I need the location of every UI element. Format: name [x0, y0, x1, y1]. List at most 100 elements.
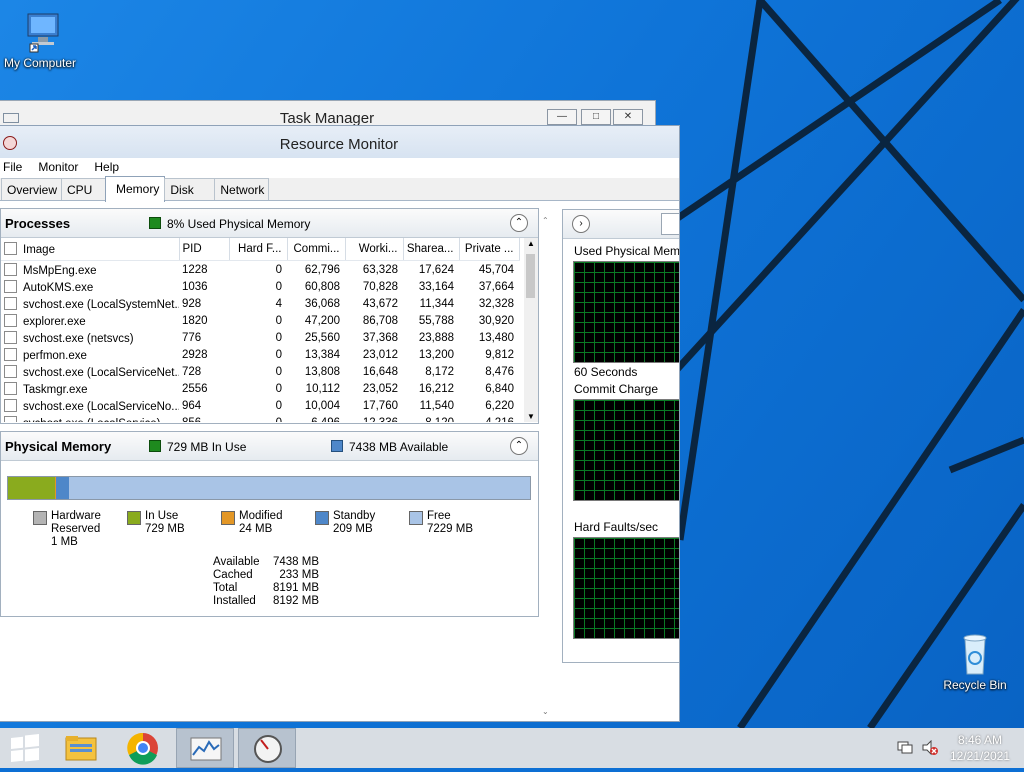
process-cell: 6,496	[287, 414, 345, 422]
process-checkbox[interactable]	[4, 365, 17, 378]
process-checkbox[interactable]	[4, 416, 17, 423]
taskbar-performance-monitor[interactable]	[176, 728, 234, 768]
process-cell: 728	[179, 363, 229, 380]
process-cell: 16,648	[345, 363, 403, 380]
process-image-name: svchost.exe (LocalSystemNet...	[23, 299, 179, 311]
legend-value: 729 MB	[145, 523, 185, 536]
processes-header[interactable]: Processes 8% Used Physical Memory ⌃	[1, 209, 538, 238]
col-shareable[interactable]: Sharea...	[403, 238, 459, 261]
views-dropdown[interactable]	[661, 213, 680, 235]
process-image-name: Taskmgr.exe	[23, 384, 88, 396]
menu-file[interactable]: File	[3, 158, 28, 178]
col-pid[interactable]: PID	[179, 238, 229, 261]
process-checkbox[interactable]	[4, 399, 17, 412]
collapse-physical-memory-button[interactable]: ⌃	[510, 437, 528, 455]
in-use-status-text: 729 MB In Use	[167, 440, 246, 454]
taskbar-resource-monitor[interactable]	[238, 728, 296, 768]
process-row[interactable]: explorer.exe1820047,20086,70855,78830,92…	[1, 312, 519, 329]
available-status: 7438 MB Available	[331, 440, 448, 454]
process-image-name: AutoKMS.exe	[23, 282, 93, 294]
memory-summary-row: Cached233 MB	[213, 569, 319, 582]
windows-logo-icon	[0, 728, 58, 768]
processes-scrollbar[interactable]: ▲ ▼	[524, 238, 538, 422]
process-cell: 23,888	[403, 329, 459, 346]
process-cell: 63,328	[345, 261, 403, 279]
processes-header-row: Image PID Hard F... Commi... Worki... Sh…	[1, 238, 519, 261]
process-cell: 0	[229, 329, 287, 346]
col-commit[interactable]: Commi...	[287, 238, 345, 261]
process-checkbox[interactable]	[4, 331, 17, 344]
col-private[interactable]: Private ...	[459, 238, 519, 261]
resource-monitor-window[interactable]: Resource Monitor File Monitor Help Overv…	[0, 125, 680, 722]
process-row[interactable]: MsMpEng.exe1228062,79663,32817,62445,704	[1, 261, 519, 279]
legend-label: In Use	[145, 510, 185, 523]
process-checkbox[interactable]	[4, 297, 17, 310]
process-row[interactable]: AutoKMS.exe1036060,80870,82833,16437,664	[1, 278, 519, 295]
process-checkbox[interactable]	[4, 382, 17, 395]
col-hard-faults[interactable]: Hard F...	[229, 238, 287, 261]
minimize-button[interactable]: —	[547, 109, 577, 125]
col-image[interactable]: Image	[1, 238, 179, 261]
legend-label: Standby	[333, 510, 375, 523]
process-checkbox[interactable]	[4, 280, 17, 293]
clock[interactable]: 8:46 AM 12/21/2021	[944, 732, 1016, 764]
process-cell: 55,788	[403, 312, 459, 329]
process-checkbox[interactable]	[4, 314, 17, 327]
process-row[interactable]: perfmon.exe2928013,38423,01213,2009,812	[1, 346, 519, 363]
processes-panel: Processes 8% Used Physical Memory ⌃ Imag…	[0, 208, 539, 424]
scroll-up-icon[interactable]: ▲	[527, 239, 535, 248]
process-cell: 12,336	[345, 414, 403, 422]
desktop-icon-my-computer[interactable]: My Computer	[0, 10, 80, 70]
taskbar-chrome[interactable]	[114, 728, 172, 768]
tab-memory[interactable]: Memory	[105, 176, 165, 202]
process-row[interactable]: svchost.exe (LocalSystemNet...928436,068…	[1, 295, 519, 312]
col-working[interactable]: Worki...	[345, 238, 403, 261]
process-image-name: MsMpEng.exe	[23, 265, 97, 277]
process-cell: 0	[229, 346, 287, 363]
desktop-icon-recycle-bin[interactable]: Recycle Bin	[935, 632, 1015, 692]
scroll-down-icon[interactable]: ▼	[527, 412, 535, 421]
network-tray-icon[interactable]	[897, 740, 913, 754]
resource-monitor-titlebar[interactable]: Resource Monitor	[0, 126, 679, 158]
process-row[interactable]: svchost.exe (netsvcs)776025,56037,36823,…	[1, 329, 519, 346]
maximize-button[interactable]: □	[581, 109, 611, 125]
process-checkbox[interactable]	[4, 348, 17, 361]
tab-network[interactable]: Network	[214, 178, 269, 200]
process-cell: 6,220	[459, 397, 519, 414]
process-image: svchost.exe (LocalServiceNo...	[1, 397, 179, 414]
processes-status: 8% Used Physical Memory	[149, 217, 310, 231]
main-scrollbar[interactable]: ⌃ ⌄	[539, 208, 553, 718]
process-cell: 13,808	[287, 363, 345, 380]
tab-cpu[interactable]: CPU	[61, 178, 106, 200]
menu-monitor[interactable]: Monitor	[38, 158, 84, 178]
process-cell: 17,624	[403, 261, 459, 279]
process-row[interactable]: Taskmgr.exe2556010,11223,05216,2126,840	[1, 380, 519, 397]
process-cell: 62,796	[287, 261, 345, 279]
process-cell: 16,212	[403, 380, 459, 397]
menu-help[interactable]: Help	[94, 158, 125, 178]
close-button[interactable]: ✕	[613, 109, 643, 125]
process-cell: 856	[179, 414, 229, 422]
scroll-thumb[interactable]	[526, 254, 535, 298]
memory-legend: HardwareReserved1 MBIn Use729 MBModified…	[33, 510, 513, 554]
main-scroll-up-icon[interactable]: ⌃	[542, 216, 549, 225]
process-checkbox[interactable]	[4, 263, 17, 276]
volume-muted-icon[interactable]	[921, 740, 939, 756]
tab-disk[interactable]: Disk	[164, 178, 215, 200]
memory-bar-segment-in-use	[8, 477, 54, 499]
memory-bar-segment-standby	[56, 477, 69, 499]
process-row[interactable]: svchost.exe (LocalServiceNet...728013,80…	[1, 363, 519, 380]
process-row[interactable]: svchost.exe (LocalService)85606,49612,33…	[1, 414, 519, 422]
process-cell: 17,760	[345, 397, 403, 414]
expand-graphs-button[interactable]: ›	[572, 215, 590, 233]
select-all-checkbox[interactable]	[4, 242, 17, 255]
taskbar-file-explorer[interactable]	[52, 728, 110, 768]
process-image-name: perfmon.exe	[23, 350, 87, 362]
collapse-processes-button[interactable]: ⌃	[510, 214, 528, 232]
tab-overview[interactable]: Overview	[1, 178, 62, 200]
start-button[interactable]	[0, 728, 58, 768]
resource-monitor-icon	[239, 729, 297, 769]
process-row[interactable]: svchost.exe (LocalServiceNo...964010,004…	[1, 397, 519, 414]
main-scroll-down-icon[interactable]: ⌄	[542, 707, 549, 716]
physical-memory-header[interactable]: Physical Memory 729 MB In Use 7438 MB Av…	[1, 432, 538, 461]
